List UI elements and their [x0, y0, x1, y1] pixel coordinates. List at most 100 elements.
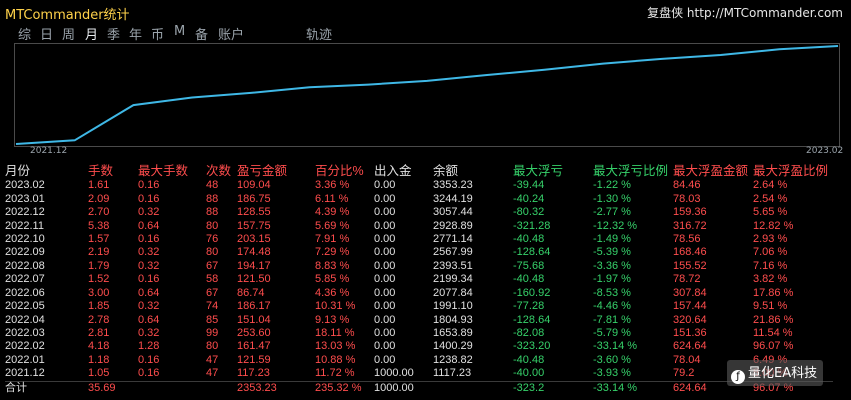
cell-count: 80 — [206, 219, 219, 232]
table-row[interactable]: 2022.03 2.81 0.32 99 253.60 18.11 % 0.00 1653.8… — [5, 327, 833, 340]
tab-all[interactable]: 综 — [18, 24, 31, 43]
cell-deposit: 0.00 — [374, 273, 396, 286]
cell-month: 2022.11 — [5, 219, 44, 232]
cell-max-float-loss-pct: -3.93 % — [593, 367, 631, 380]
cell-count: 58 — [206, 273, 219, 286]
cell-max-float-profit: 159.36 — [673, 206, 707, 219]
cell-percent: 5.69 % — [315, 219, 350, 232]
cell-month: 2023.02 — [5, 179, 45, 192]
tab-year[interactable]: 年 — [129, 24, 142, 43]
x-tick-end: 2023.02 — [806, 146, 844, 156]
cell-max-float-profit: 78.56 — [673, 232, 701, 245]
cell-deposit: 0.00 — [374, 219, 396, 232]
cell-max-float-profit-pct: 17.86 % — [753, 286, 794, 299]
cell-max-lots: 0.32 — [138, 246, 160, 259]
cell-max-lots: 0.16 — [138, 192, 160, 205]
table-row[interactable]: 2022.08 1.79 0.32 67 194.17 8.83 % 0.00 2393.51… — [5, 260, 833, 273]
cell-max-float-loss-pct: -3.36 % — [593, 259, 631, 272]
cell-month: 2022.06 — [5, 286, 45, 299]
cell-max-lots: 0.16 — [138, 232, 160, 245]
cell-deposit: 0.00 — [374, 179, 396, 192]
table-row[interactable]: 2023.01 2.09 0.16 88 186.75 6.11 % 0.00 3244.19… — [5, 192, 833, 205]
cell-max-lots: 0.32 — [138, 300, 160, 313]
cell-max-float-profit: 320.64 — [673, 313, 707, 326]
table-row[interactable]: 2022.09 2.19 0.32 80 174.48 7.29 % 0.00 2567.99… — [5, 246, 833, 259]
cell-count: 67 — [206, 259, 219, 272]
col-percent[interactable]: 百分比% — [315, 159, 374, 179]
cell-max-float-profit: 155.52 — [673, 259, 707, 272]
total-row[interactable]: 合计 35.69 2353.23 235.32 % 1000.00 -323.2 -33.1… — [5, 380, 833, 395]
table-body: 2023.02 1.61 0.16 48 109.04 3.36 % 0.00 3353.23… — [5, 179, 833, 395]
cell-profit-loss: 86.74 — [237, 286, 265, 299]
cell-max-float-profit: 151.36 — [673, 327, 707, 340]
cell-balance: 1117.23 — [433, 367, 472, 380]
cell-deposit: 0.00 — [374, 192, 396, 205]
cell-count: 67 — [206, 286, 219, 299]
title-bar: MTCommander统计 复盘侠 http://MTCommander.com — [0, 0, 851, 23]
tab-account[interactable]: 账户 — [218, 24, 244, 43]
cell-max-float-loss: -80.32 — [513, 206, 545, 219]
table-row[interactable]: 2022.01 1.18 0.16 47 121.59 10.88 % 0.00 1238.8… — [5, 354, 833, 367]
table-row[interactable]: 2022.02 4.18 1.28 80 161.47 13.03 % 0.00 1400.2… — [5, 340, 833, 353]
table-row[interactable]: 2022.11 5.38 0.64 80 157.75 5.69 % 0.00 2928.89… — [5, 219, 833, 232]
cell-month: 合计 — [5, 380, 88, 395]
tab-day[interactable]: 日 — [40, 24, 53, 43]
tab-week[interactable]: 周 — [62, 24, 75, 43]
cell-profit-loss: 174.48 — [237, 246, 271, 259]
cell-balance: 1991.10 — [433, 300, 473, 313]
cell-profit-loss: 186.75 — [237, 192, 271, 205]
col-max-float-profit-pct[interactable]: 最大浮盈比例 — [753, 159, 833, 179]
cell-max-lots: 0.64 — [138, 219, 160, 232]
col-max-lots[interactable]: 最大手数 — [138, 159, 206, 179]
cell-max-float-profit-pct: 96.07 % — [753, 340, 794, 353]
col-lots[interactable]: 手数 — [88, 159, 138, 179]
cell-max-float-loss-pct: -5.39 % — [593, 246, 631, 259]
cell-profit-loss: 151.04 — [237, 313, 271, 326]
col-max-float-loss-pct[interactable]: 最大浮亏比例 — [593, 159, 673, 179]
cell-profit-loss: 186.17 — [237, 300, 271, 313]
cell-lots: 1.18 — [88, 353, 110, 366]
cell-max-lots: 0.16 — [138, 367, 160, 380]
tab-month[interactable]: 月 — [85, 24, 98, 43]
cell-month: 2023.01 — [5, 192, 45, 205]
cell-percent: 6.11 % — [315, 192, 349, 205]
cell-max-float-loss: -40.00 — [513, 367, 545, 380]
table-row[interactable]: 2021.12 1.05 0.16 47 117.23 11.72 % 1000.00 111… — [5, 367, 833, 381]
col-count[interactable]: 次数 — [206, 159, 237, 179]
table-row[interactable]: 2022.06 3.00 0.64 67 86.74 4.36 % 0.00 2077.84 -… — [5, 287, 833, 300]
table-row[interactable]: 2022.12 2.70 0.32 88 128.55 4.39 % 0.00 3057.44… — [5, 206, 833, 219]
cell-profit-loss: 121.59 — [237, 353, 271, 366]
cell-month: 2022.07 — [5, 273, 45, 286]
col-profit-loss[interactable]: 盈亏金额 — [237, 159, 315, 179]
col-month[interactable]: 月份 — [5, 159, 88, 179]
cell-balance: 1400.29 — [433, 340, 473, 353]
tab-note[interactable]: 备 — [195, 24, 208, 43]
cell-count — [206, 380, 237, 395]
cell-lots: 1.85 — [88, 300, 110, 313]
watermark-logo-icon: ƒ — [731, 370, 745, 384]
table-row[interactable]: 2023.02 1.61 0.16 48 109.04 3.36 % 0.00 3353.23… — [5, 179, 833, 192]
tab-track[interactable]: 轨迹 — [306, 24, 332, 43]
cell-max-float-loss: -128.64 — [513, 246, 551, 259]
brand-link[interactable]: 复盘侠 http://MTCommander.com — [647, 4, 843, 21]
cell-percent: 9.13 % — [315, 313, 350, 326]
tab-currency[interactable]: 币 — [151, 24, 164, 43]
cell-balance: 3244.19 — [433, 192, 473, 205]
table-row[interactable]: 2022.07 1.52 0.16 58 121.50 5.85 % 0.00 2199.34… — [5, 273, 833, 286]
col-max-float-loss[interactable]: 最大浮亏 — [513, 159, 593, 179]
table-row[interactable]: 2022.04 2.78 0.64 85 151.04 9.13 % 0.00 1804.93… — [5, 313, 833, 326]
tab-m[interactable]: M — [174, 24, 185, 39]
col-max-float-profit[interactable]: 最大浮盈金额 — [673, 159, 753, 179]
cell-count: 88 — [206, 192, 219, 205]
cell-max-float-loss-pct: -7.81 % — [593, 313, 631, 326]
col-deposit[interactable]: 出入金 — [374, 159, 433, 179]
table-row[interactable]: 2022.10 1.57 0.16 76 203.15 7.91 % 0.00 2771.14… — [5, 233, 833, 246]
cell-percent: 5.85 % — [315, 273, 350, 286]
col-balance[interactable]: 余额 — [433, 159, 513, 179]
cell-max-float-profit-pct: 7.16 % — [753, 259, 788, 272]
tab-quarter[interactable]: 季 — [107, 24, 120, 43]
app-title: MTCommander统计 — [5, 8, 130, 23]
table-row[interactable]: 2022.05 1.85 0.32 74 186.17 10.31 % 0.00 1991.1… — [5, 300, 833, 313]
cell-lots: 2.09 — [88, 192, 110, 205]
cell-max-float-loss-pct: -33.14 % — [593, 340, 638, 353]
